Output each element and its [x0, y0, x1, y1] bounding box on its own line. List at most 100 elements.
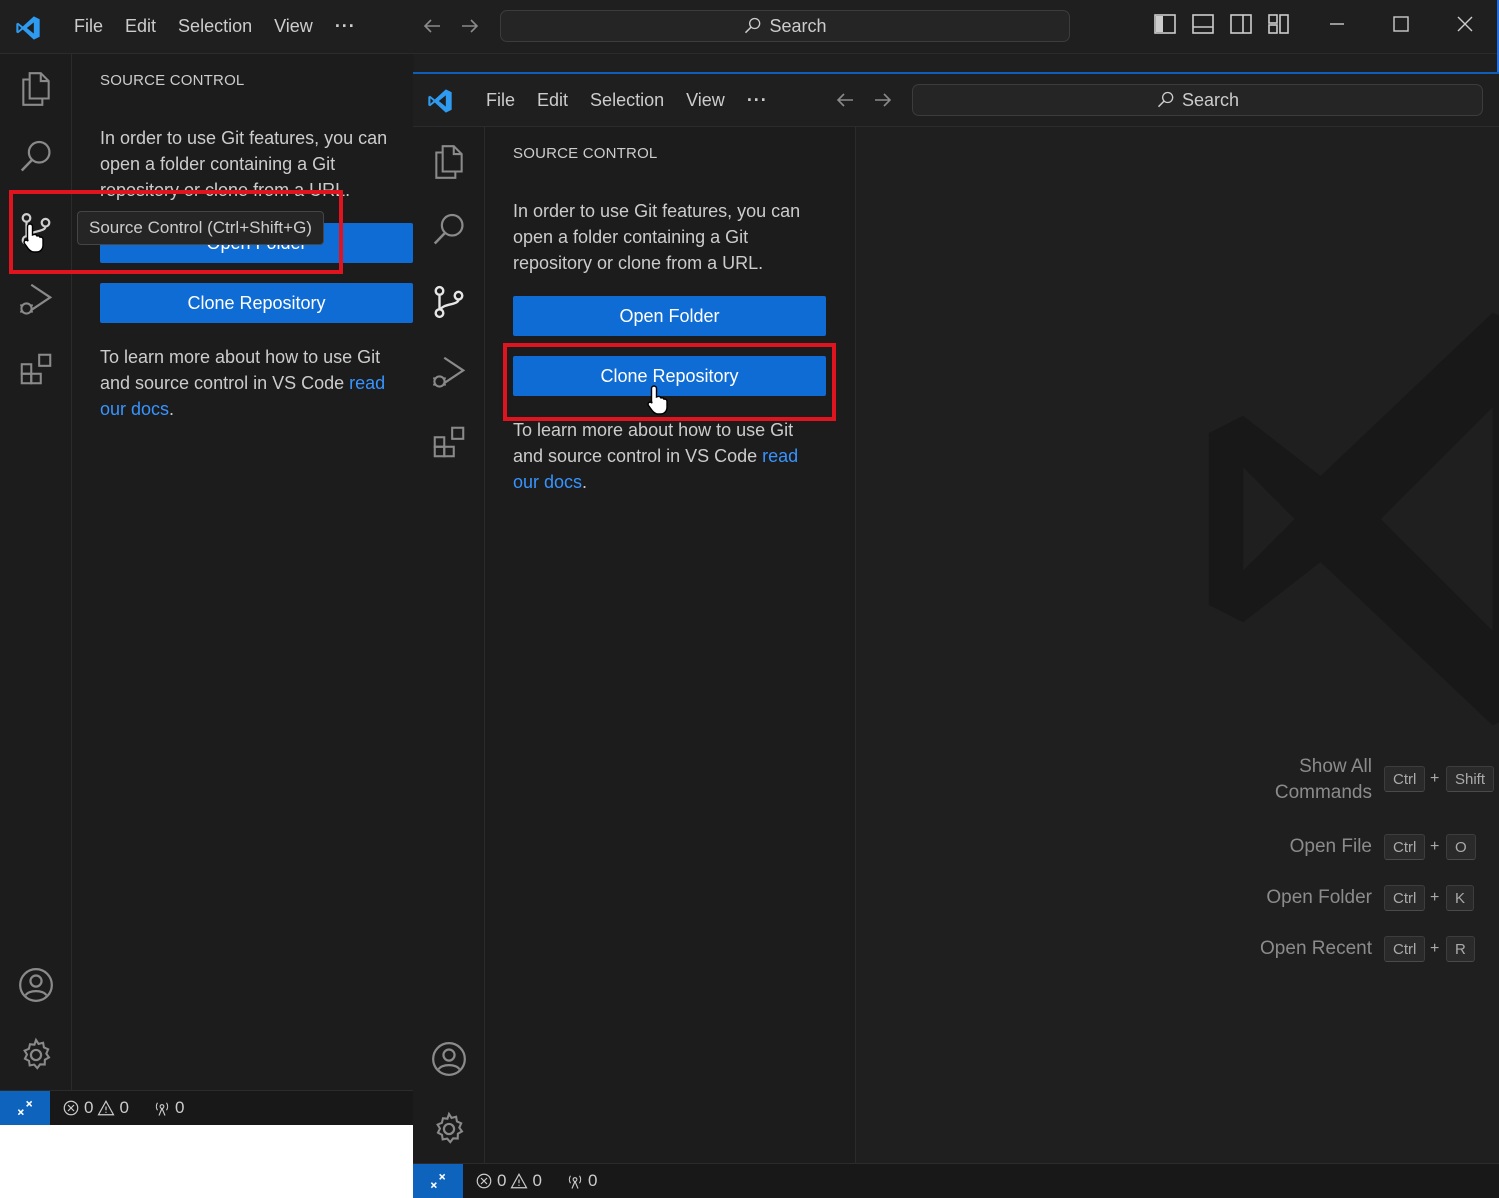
activity-accounts[interactable]: [17, 966, 55, 1004]
vscode-logo: [428, 89, 452, 113]
toggle-panel-icon[interactable]: [1191, 12, 1215, 36]
hand-cursor-icon: [647, 385, 668, 415]
search-label: Search: [769, 15, 827, 36]
activity-run-debug[interactable]: [17, 280, 55, 318]
source-control-sidebar: SOURCE CONTROL In order to use Git featu…: [485, 127, 856, 1164]
learn-text: To learn more about how to use Git and s…: [100, 347, 381, 393]
ports-icon: [155, 1102, 169, 1116]
highlight-box-source-control: [9, 190, 343, 274]
warning-icon: [97, 1100, 115, 1116]
ports-icon: [568, 1175, 582, 1189]
learn-text: To learn more about how to use Git and s…: [513, 420, 794, 466]
arrow-left-icon[interactable]: [420, 14, 444, 38]
ports-indicator[interactable]: 0: [566, 1171, 597, 1191]
shortcut-label: Open Folder: [1266, 887, 1372, 908]
remote-indicator[interactable]: [0, 1091, 50, 1125]
activity-extensions[interactable]: [430, 423, 468, 461]
ports-count: 0: [174, 1098, 185, 1117]
shortcut-show-all-commands[interactable]: Show All Commands Ctrl + Shift: [1193, 754, 1499, 803]
settings-gear-icon: [23, 1037, 51, 1070]
warning-icon: [510, 1173, 528, 1189]
explorer-icon: [22, 72, 50, 106]
arrow-left-icon[interactable]: [833, 88, 857, 112]
sidebar-learn-text: To learn more about how to use Git and s…: [100, 344, 405, 422]
menu-bar: File Edit Selection View ···: [475, 74, 779, 126]
ports-indicator[interactable]: 0: [153, 1098, 184, 1118]
search-label: Search: [1181, 89, 1240, 110]
activity-explorer[interactable]: [430, 143, 468, 181]
menu-view[interactable]: View: [675, 90, 736, 111]
menu-edit[interactable]: Edit: [114, 16, 167, 37]
shortcut-open-folder[interactable]: Open Folder Ctrl + K: [1193, 885, 1499, 915]
account-icon: [19, 968, 53, 1002]
remote-icon: [17, 1100, 33, 1116]
shortcut-label: Show All Commands: [1274, 756, 1372, 803]
shortcut-key: O: [1446, 834, 1476, 860]
shortcut-key: Ctrl: [1384, 766, 1426, 792]
run-debug-icon: [20, 283, 53, 315]
vscode-window-foreground: File Edit Selection View ··· Search SOUR…: [413, 72, 1499, 1198]
settings-gear-icon: [436, 1111, 464, 1144]
clone-repository-button[interactable]: Clone Repository: [100, 283, 413, 323]
menu-edit[interactable]: Edit: [526, 90, 579, 111]
problems-indicator[interactable]: 0 0: [62, 1098, 129, 1118]
title-bar: File Edit Selection View ··· Search: [0, 0, 1497, 54]
maximize-icon[interactable]: [1389, 12, 1413, 36]
customize-layout-icon[interactable]: [1267, 12, 1291, 36]
shortcut-key: K: [1446, 885, 1475, 911]
activity-bar: [413, 127, 485, 1164]
arrow-right-icon[interactable]: [458, 14, 482, 38]
activity-accounts[interactable]: [430, 1040, 468, 1078]
menu-selection[interactable]: Selection: [579, 90, 675, 111]
error-icon: [63, 1100, 79, 1116]
menu-selection[interactable]: Selection: [167, 16, 263, 37]
open-folder-button[interactable]: Open Folder: [513, 296, 826, 336]
shortcut-key: R: [1446, 936, 1475, 962]
toggle-sidebar-icon[interactable]: [1153, 12, 1177, 36]
run-debug-icon: [433, 356, 466, 388]
menu-more[interactable]: ···: [736, 90, 779, 111]
menu-view[interactable]: View: [263, 16, 324, 37]
menu-file[interactable]: File: [63, 16, 114, 37]
shortcut-key: Ctrl: [1384, 834, 1426, 860]
activity-manage[interactable]: [430, 1110, 468, 1148]
sidebar-title: SOURCE CONTROL: [513, 145, 658, 162]
search-icon: [20, 140, 51, 172]
search-icon: [1157, 91, 1174, 108]
menu-file[interactable]: File: [475, 90, 526, 111]
menu-more[interactable]: ···: [324, 16, 367, 37]
ports-count: 0: [587, 1171, 598, 1190]
toggle-secondary-sidebar-icon[interactable]: [1229, 12, 1253, 36]
activity-manage[interactable]: [17, 1036, 55, 1074]
activity-run-debug[interactable]: [430, 353, 468, 391]
shortcut-key: Ctrl: [1384, 936, 1426, 962]
menu-bar: File Edit Selection View ···: [63, 0, 367, 53]
search-icon: [745, 17, 761, 34]
nav-arrows: [420, 14, 482, 38]
warning-count: 0: [532, 1171, 542, 1190]
shortcut-key: Shift: [1446, 766, 1495, 792]
sidebar-title: SOURCE CONTROL: [100, 72, 245, 89]
close-icon[interactable]: [1453, 12, 1477, 36]
activity-extensions[interactable]: [17, 350, 55, 388]
shortcut-label: Open File: [1289, 836, 1372, 857]
arrow-right-icon[interactable]: [871, 88, 895, 112]
sidebar-learn-text: To learn more about how to use Git and s…: [513, 417, 818, 495]
minimize-icon[interactable]: [1325, 12, 1349, 36]
shortcut-open-file[interactable]: Open File Ctrl + O: [1193, 834, 1499, 864]
problems-indicator[interactable]: 0 0: [475, 1171, 542, 1191]
remote-indicator[interactable]: [413, 1164, 463, 1198]
shortcut-plus: +: [1430, 940, 1440, 957]
activity-explorer[interactable]: [17, 70, 55, 108]
error-icon: [476, 1173, 492, 1189]
learn-suffix: .: [169, 399, 175, 419]
shortcut-open-recent[interactable]: Open Recent Ctrl + R: [1193, 936, 1499, 966]
activity-search[interactable]: [430, 211, 468, 249]
shortcut-plus: +: [1430, 889, 1440, 906]
vscode-watermark-logo: [1208, 312, 1499, 726]
activity-source-control[interactable]: [430, 283, 468, 321]
activity-search[interactable]: [17, 138, 55, 176]
command-search[interactable]: Search: [500, 10, 1070, 42]
command-search[interactable]: Search: [912, 84, 1483, 116]
nav-arrows: [833, 88, 895, 112]
